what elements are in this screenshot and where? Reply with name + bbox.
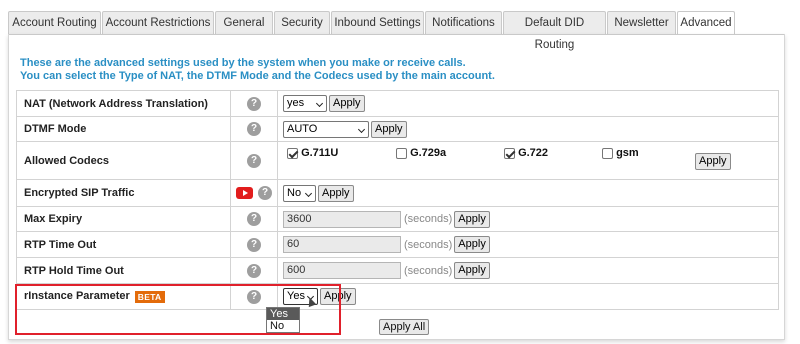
max-expiry-label: Max Expiry	[16, 206, 231, 232]
row-codecs: Allowed Codecs ? G.711U G.729a G.722 gsm…	[16, 141, 779, 180]
help-icon[interactable]: ?	[247, 153, 261, 168]
codec-g729a: G.729a	[396, 147, 446, 159]
help-icon[interactable]: ?	[247, 212, 261, 226]
seconds-unit: (seconds)	[404, 238, 453, 251]
dtmf-apply-button[interactable]: Apply	[371, 120, 407, 138]
codec-gsm-checkbox[interactable]	[602, 147, 613, 159]
rtp-hold-input[interactable]: 600	[283, 262, 401, 279]
nat-apply-button[interactable]: Apply	[329, 95, 365, 112]
row-rtp-hold: RTP Hold Time Out ? 600 (seconds) Apply	[16, 257, 779, 284]
rtp-timeout-apply-button[interactable]: Apply	[454, 236, 490, 253]
codec-g722-checkbox[interactable]	[504, 147, 515, 159]
rtp-timeout-label: RTP Time Out	[16, 231, 231, 258]
codec-g729a-checkbox[interactable]	[396, 147, 407, 159]
help-icon[interactable]: ?	[258, 186, 272, 200]
nat-label: NAT (Network Address Translation)	[16, 90, 231, 117]
codec-gsm: gsm	[602, 147, 639, 159]
tab-account-restrictions[interactable]: Account Restrictions	[102, 11, 214, 34]
row-max-expiry: Max Expiry ? 3600 (seconds) Apply	[16, 206, 779, 232]
row-dtmf: DTMF Mode ? AUTO Apply	[16, 116, 779, 142]
seconds-unit: (seconds)	[404, 213, 453, 225]
settings-table: NAT (Network Address Translation) ? yes A…	[16, 90, 779, 310]
row-encrypted-sip: Encrypted SIP Traffic ? No Apply	[16, 179, 779, 207]
tab-notifications[interactable]: Notifications	[425, 11, 502, 34]
row-rtp-timeout: RTP Time Out ? 60 (seconds) Apply	[16, 231, 779, 258]
codec-g711u: G.711U	[287, 147, 338, 159]
max-expiry-input[interactable]: 3600	[283, 210, 401, 228]
intro-text: These are the advanced settings used by …	[20, 57, 495, 82]
settings-tabs: Account Routing Account Restrictions Gen…	[8, 11, 800, 51]
tab-general[interactable]: General	[215, 11, 273, 34]
rtp-hold-apply-button[interactable]: Apply	[454, 262, 490, 279]
rinstance-dropdown-list: Yes No	[266, 307, 300, 333]
help-icon[interactable]: ?	[247, 122, 261, 136]
sip-apply-button[interactable]: Apply	[318, 184, 354, 202]
tab-security[interactable]: Security	[274, 11, 330, 34]
chevron-down-icon	[357, 125, 366, 133]
dtmf-select[interactable]: AUTO	[283, 120, 369, 138]
help-icon[interactable]: ?	[247, 96, 261, 111]
tab-newsletter[interactable]: Newsletter	[607, 11, 676, 34]
codecs-label: Allowed Codecs	[16, 141, 231, 180]
sip-label: Encrypted SIP Traffic	[16, 179, 231, 207]
chevron-down-icon	[315, 99, 324, 108]
codec-g711u-checkbox[interactable]	[287, 147, 298, 159]
chevron-down-icon	[304, 189, 313, 197]
rtp-timeout-input[interactable]: 60	[283, 236, 401, 253]
tab-inbound-settings[interactable]: Inbound Settings	[331, 11, 424, 34]
codec-g722: G.722	[504, 147, 548, 159]
codecs-apply-button[interactable]: Apply	[695, 153, 731, 170]
dropdown-option-yes[interactable]: Yes	[267, 308, 299, 320]
seconds-unit: (seconds)	[404, 264, 453, 277]
max-expiry-apply-button[interactable]: Apply	[454, 210, 490, 228]
help-icon[interactable]: ?	[247, 263, 261, 278]
help-icon[interactable]: ?	[247, 237, 261, 252]
apply-all-button[interactable]: Apply All	[379, 319, 430, 335]
dropdown-option-no[interactable]: No	[267, 320, 299, 332]
tab-account-routing[interactable]: Account Routing	[8, 11, 101, 34]
dtmf-label: DTMF Mode	[16, 116, 231, 142]
tab-default-did-routing[interactable]: Default DID Routing	[503, 11, 606, 51]
tab-advanced[interactable]: Advanced	[677, 11, 735, 35]
nat-select[interactable]: yes	[283, 95, 327, 112]
intro-line-1: These are the advanced settings used by …	[20, 57, 466, 69]
rtp-hold-label: RTP Hold Time Out	[16, 257, 231, 284]
sip-select[interactable]: No	[283, 184, 316, 202]
intro-line-2: You can select the Type of NAT, the DTMF…	[20, 69, 495, 82]
youtube-icon[interactable]	[236, 187, 253, 199]
row-nat: NAT (Network Address Translation) ? yes A…	[16, 90, 779, 117]
